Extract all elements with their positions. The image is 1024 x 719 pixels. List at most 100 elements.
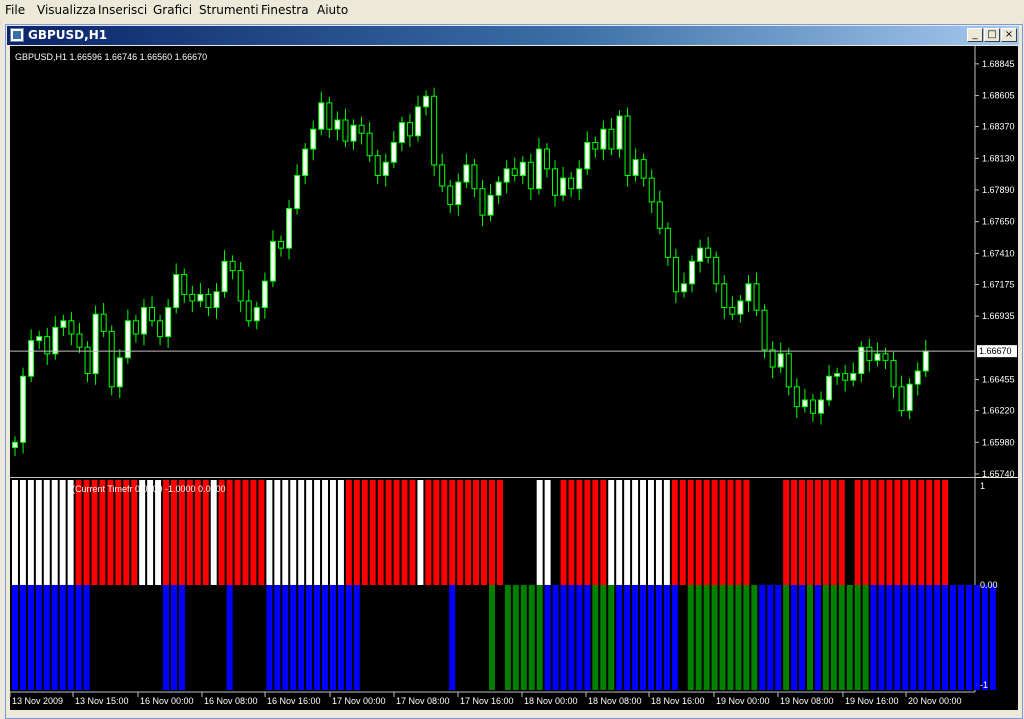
candle-body <box>592 141 599 150</box>
candle-body <box>269 241 276 282</box>
histogram-bar-lower <box>942 585 949 690</box>
histogram-bar-lower <box>298 585 305 690</box>
candle-body <box>608 128 615 150</box>
candle-body <box>350 124 357 142</box>
histogram-bar-lower <box>775 585 782 690</box>
histogram-bar-upper <box>465 480 472 585</box>
indicator-label: (Current Timefr 0.0000 -1.0000 0.0000 <box>72 484 226 494</box>
histogram-bar-upper <box>878 480 885 585</box>
chart-canvas[interactable]: 1.68845 1.68605 1.68370 1.68130 1.67890 1.676… <box>0 0 1024 717</box>
indicator-axis-max: 1 <box>980 481 985 491</box>
histogram-bar-lower <box>330 585 336 690</box>
candle-body <box>640 159 647 179</box>
histogram-bar-upper <box>671 480 678 585</box>
candle-body <box>68 320 75 335</box>
current-price-value: 1.66670 <box>979 346 1012 356</box>
histogram-bar-lower <box>822 585 829 690</box>
candle-body <box>334 119 341 130</box>
histogram-bar-upper <box>75 480 82 585</box>
histogram-bar-upper <box>43 480 50 585</box>
histogram-bar-upper <box>473 480 480 585</box>
histogram-bar-upper <box>457 480 464 585</box>
candle-body <box>713 256 720 285</box>
histogram-bar-upper <box>481 480 487 585</box>
histogram-bar-upper <box>608 480 615 585</box>
indicator-axis-min: -1 <box>980 680 988 690</box>
histogram-bar-upper <box>910 480 917 585</box>
price-axis-label: 1.68605 <box>982 91 1015 101</box>
histogram-bar-upper <box>799 480 805 585</box>
candle-body <box>406 122 413 137</box>
histogram-bar-upper <box>12 480 18 585</box>
candle <box>761 304 768 359</box>
histogram-bar-upper <box>337 480 344 585</box>
histogram-bar-upper <box>433 480 440 585</box>
candle-body <box>632 159 639 176</box>
candle-body <box>801 399 808 408</box>
histogram-bar-upper <box>353 480 360 585</box>
candle-body <box>286 208 293 249</box>
candle-body <box>398 122 405 143</box>
histogram-bar-upper <box>274 480 281 585</box>
candle-body <box>874 353 881 361</box>
histogram-bar-upper <box>282 480 289 585</box>
candle <box>431 87 438 177</box>
candle-body <box>382 161 389 176</box>
histogram-bar-upper <box>934 480 941 585</box>
histogram-bar-upper <box>218 480 225 585</box>
histogram-bar-upper <box>83 480 90 585</box>
histogram-bar-upper <box>711 480 718 585</box>
candle-body <box>705 247 712 258</box>
candle-body <box>173 274 180 309</box>
histogram-bar-upper <box>250 480 257 585</box>
candle-body <box>600 128 607 150</box>
price-pane[interactable] <box>10 46 975 477</box>
histogram-bar-upper <box>266 480 273 585</box>
candle-body <box>318 102 325 130</box>
histogram-bar-lower <box>814 585 821 690</box>
histogram-bar-upper <box>918 480 925 585</box>
candle-body <box>745 283 752 302</box>
histogram-bar-upper <box>830 480 837 585</box>
candle-body <box>664 227 671 258</box>
histogram-bar-upper <box>330 480 336 585</box>
time-axis-label: 17 Nov 16:00 <box>460 696 514 706</box>
histogram-bar-upper <box>345 480 352 585</box>
histogram-bar-lower <box>671 585 678 690</box>
candle-body <box>423 95 430 108</box>
histogram-bar-upper <box>719 480 726 585</box>
histogram-bar-lower <box>337 585 344 690</box>
histogram-bar-upper <box>393 480 400 585</box>
candle-body <box>157 320 164 338</box>
histogram-bar-lower <box>59 585 66 690</box>
histogram-bar-lower <box>830 585 837 690</box>
histogram-bar-upper <box>242 480 249 585</box>
histogram-bar-upper <box>51 480 58 585</box>
candle-body <box>100 313 107 332</box>
candle-body <box>20 375 27 443</box>
histogram-bar-lower <box>966 585 972 690</box>
histogram-bar-lower <box>306 585 313 690</box>
histogram-bar-lower <box>353 585 360 690</box>
histogram-bar-upper <box>171 480 177 585</box>
histogram-bar-upper <box>361 480 368 585</box>
histogram-bar-lower <box>950 585 957 690</box>
candle-body <box>415 106 421 137</box>
histogram-bar-upper <box>926 480 933 585</box>
candle-body <box>680 283 687 293</box>
histogram-bar-lower <box>274 585 281 690</box>
histogram-bar-lower <box>449 585 456 690</box>
histogram-bar-lower <box>703 585 710 690</box>
candle-body <box>616 115 623 150</box>
histogram-bar-lower <box>735 585 742 690</box>
histogram-bar-upper <box>568 480 575 585</box>
histogram-bar-lower <box>282 585 289 690</box>
time-axis-label: 19 Nov 16:00 <box>845 696 899 706</box>
histogram-bar-upper <box>258 480 265 585</box>
histogram-bar-lower <box>163 585 169 690</box>
candle-body <box>36 336 43 342</box>
candle-body <box>76 333 83 348</box>
candle-body <box>374 155 381 176</box>
histogram-bar-lower <box>290 585 297 690</box>
histogram-bar-upper <box>441 480 448 585</box>
